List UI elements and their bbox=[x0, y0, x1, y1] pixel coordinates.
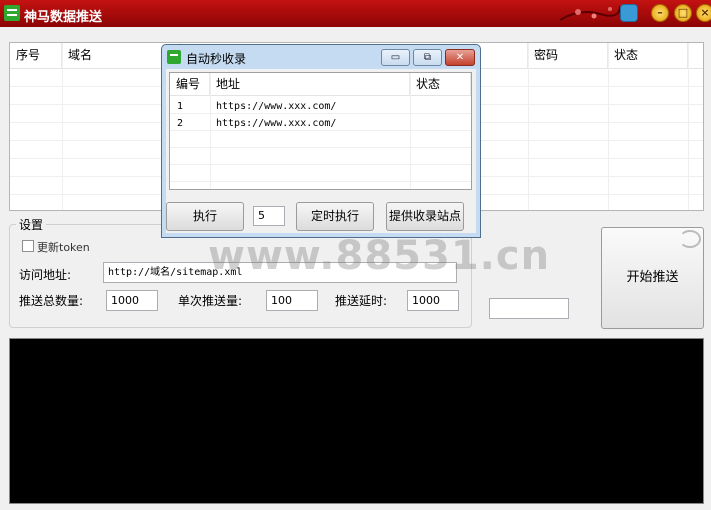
site-row-2-url: https://www.xxx.com/ bbox=[216, 118, 337, 129]
total-count-input[interactable]: 1000 bbox=[106, 290, 158, 311]
single-count-input[interactable]: 100 bbox=[266, 290, 318, 311]
site-column-status[interactable]: 状态 bbox=[410, 73, 471, 96]
column-header-index[interactable]: 序号 bbox=[10, 43, 62, 68]
single-count-label: 单次推送量: bbox=[178, 294, 243, 308]
dialog-restore-button[interactable]: ⧉ bbox=[413, 49, 442, 66]
column-header-password[interactable]: 密码 bbox=[528, 43, 608, 68]
site-row-1-url: https://www.xxx.com/ bbox=[216, 101, 337, 112]
url-label: 访问地址: bbox=[19, 268, 72, 282]
delay-input[interactable]: 1000 bbox=[407, 290, 459, 311]
app-logo-icon bbox=[4, 5, 20, 21]
skin-icon[interactable] bbox=[620, 4, 638, 22]
swirl-decoration-icon bbox=[679, 230, 701, 248]
minimize-button[interactable]: – bbox=[651, 4, 669, 22]
start-push-label: 开始推送 bbox=[626, 270, 679, 285]
site-grid[interactable]: 编号 地址 状态 1 https://www.xxx.com/ 2 https:… bbox=[169, 72, 472, 190]
execute-button[interactable]: 执行 bbox=[166, 202, 244, 231]
delay-label: 推送延时: bbox=[335, 294, 388, 308]
dialog-body: 编号 地址 状态 1 https://www.xxx.com/ 2 https:… bbox=[166, 69, 476, 233]
status-input[interactable] bbox=[489, 298, 569, 319]
total-count-label: 推送总数量: bbox=[19, 294, 84, 308]
update-token-checkbox[interactable] bbox=[22, 240, 34, 252]
dialog-logo-icon bbox=[167, 50, 181, 64]
settings-group-title: 设置 bbox=[16, 216, 47, 233]
update-token-label[interactable]: 更新token bbox=[37, 239, 90, 255]
site-column-url[interactable]: 地址 bbox=[210, 73, 410, 96]
site-row-2-id: 2 bbox=[177, 118, 184, 129]
dialog-title: 自动秒收录 bbox=[186, 52, 247, 66]
app-title: 神马数据推送 bbox=[24, 10, 103, 25]
maximize-button[interactable]: □ bbox=[674, 4, 692, 22]
timed-execute-button[interactable]: 定时执行 bbox=[296, 202, 374, 231]
site-row-1-id: 1 bbox=[177, 101, 184, 112]
provide-site-button[interactable]: 提供收录站点 bbox=[386, 202, 464, 231]
watermark-text: www.88531.cn bbox=[208, 233, 551, 279]
plum-blossom-decoration bbox=[560, 5, 620, 21]
dialog-close-button[interactable]: ✕ bbox=[445, 49, 475, 66]
interval-input[interactable]: 5 bbox=[253, 206, 285, 226]
title-bar: 神马数据推送 – □ × bbox=[0, 0, 711, 27]
close-button[interactable]: × bbox=[696, 4, 711, 22]
site-column-id[interactable]: 编号 bbox=[170, 73, 210, 96]
column-header-status[interactable]: 状态 bbox=[608, 43, 688, 68]
log-console[interactable] bbox=[9, 338, 704, 504]
auto-index-dialog: 自动秒收录 ▭ ⧉ ✕ 编号 地址 状态 1 https://www.xxx.c… bbox=[161, 44, 481, 238]
dialog-minimize-button[interactable]: ▭ bbox=[381, 49, 410, 66]
start-push-button[interactable]: 开始推送 bbox=[601, 227, 704, 329]
